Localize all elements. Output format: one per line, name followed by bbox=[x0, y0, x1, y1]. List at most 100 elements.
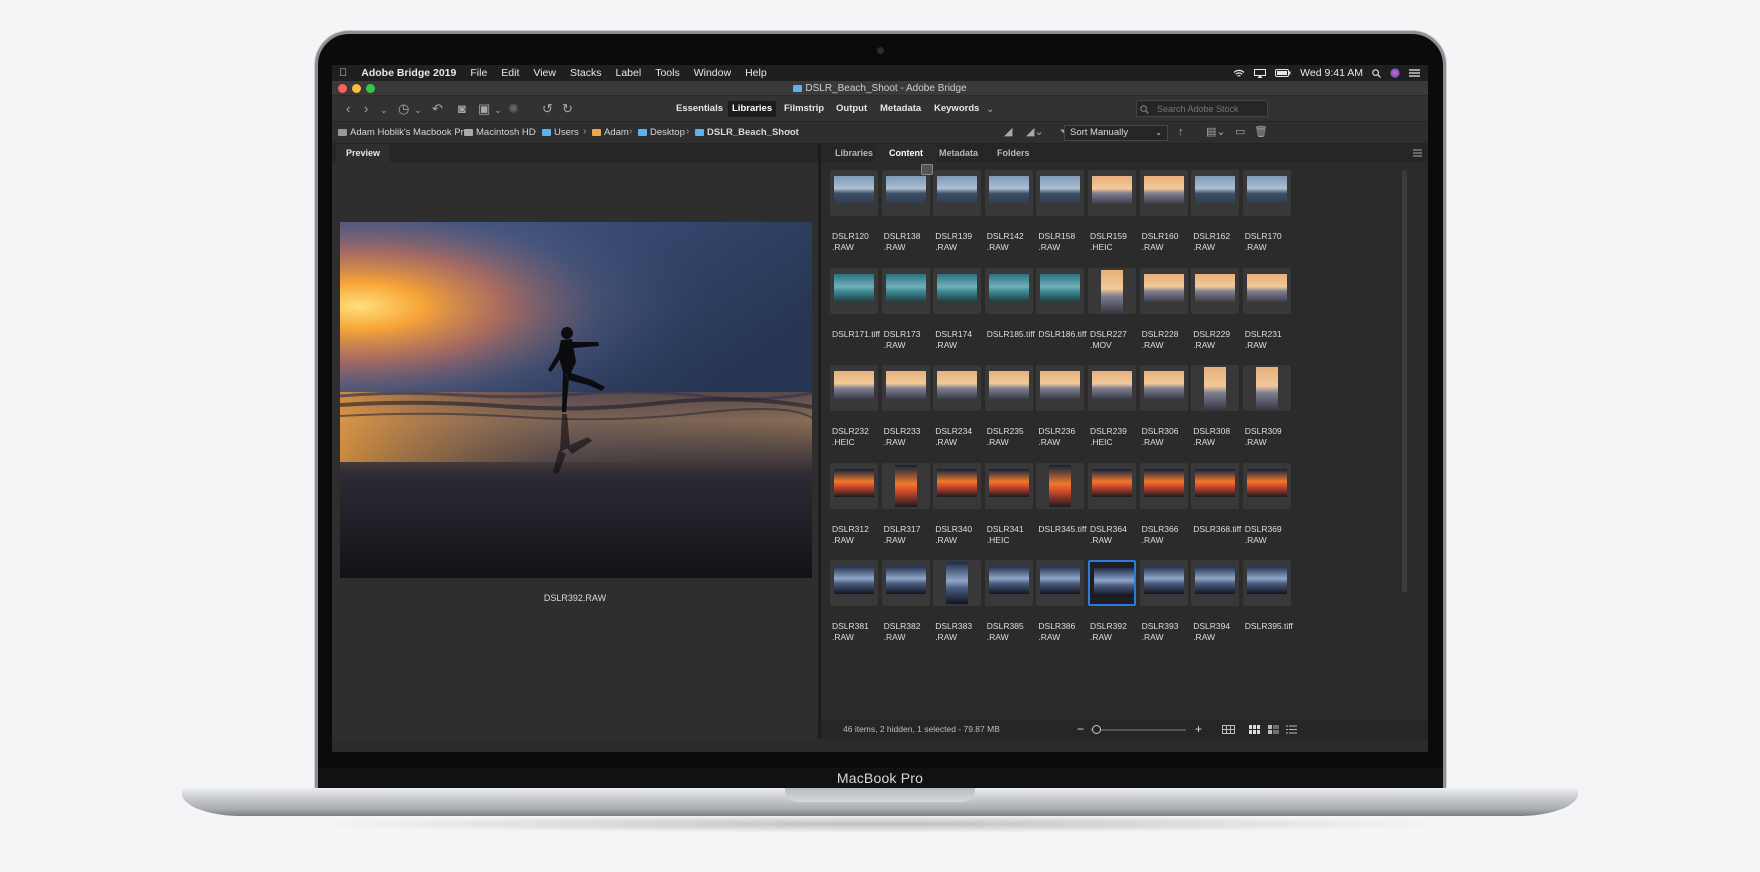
thumbnail-frame[interactable] bbox=[1242, 267, 1291, 314]
thumbnail-frame[interactable] bbox=[1139, 170, 1188, 216]
preview-image[interactable] bbox=[340, 222, 812, 578]
thumbnail-frame[interactable] bbox=[881, 462, 930, 509]
zoom-in-icon[interactable]: + bbox=[1195, 720, 1202, 739]
thumbnail-frame[interactable] bbox=[984, 365, 1033, 411]
workspace-essentials[interactable]: Essentials bbox=[672, 101, 727, 117]
thumbnail-frame[interactable] bbox=[1242, 170, 1291, 216]
thumbnail-frame[interactable] bbox=[933, 560, 982, 606]
workspace-metadata[interactable]: Metadata bbox=[876, 101, 925, 117]
thumbnail-view-icon[interactable] bbox=[1249, 725, 1260, 734]
panel-menu-icon[interactable] bbox=[1413, 149, 1422, 157]
thumbnail-frame[interactable] bbox=[1191, 462, 1240, 509]
thumbnail-frame[interactable] bbox=[881, 560, 930, 606]
breadcrumb-computer[interactable]: Adam Hoblik's Macbook Pro bbox=[338, 127, 469, 138]
thumbnail-frame[interactable] bbox=[933, 365, 982, 411]
thumbnail-frame[interactable] bbox=[1242, 560, 1291, 606]
menu-file[interactable]: File bbox=[463, 67, 494, 79]
thumbnail-frame[interactable] bbox=[1139, 365, 1188, 411]
menu-window[interactable]: Window bbox=[687, 67, 738, 79]
zoom-window-button[interactable] bbox=[366, 84, 375, 93]
menu-clock[interactable]: Wed 9:41 AM bbox=[1300, 67, 1363, 79]
chevron-down-icon[interactable]: ⌄ bbox=[494, 104, 502, 117]
thumbnail-frame[interactable] bbox=[984, 170, 1033, 216]
list-view-icon[interactable] bbox=[1286, 725, 1297, 734]
menu-label[interactable]: Label bbox=[608, 67, 648, 79]
thumbnail-frame[interactable] bbox=[1088, 170, 1136, 216]
rotate-right-icon[interactable]: ↻ bbox=[562, 102, 573, 115]
menu-tools[interactable]: Tools bbox=[648, 67, 687, 79]
thumbnail-frame[interactable] bbox=[1036, 267, 1085, 314]
breadcrumb-current-folder[interactable]: DSLR_Beach_Shoot bbox=[695, 127, 799, 138]
thumbnail-frame[interactable] bbox=[1191, 170, 1240, 216]
thumbnail-frame[interactable] bbox=[830, 267, 878, 314]
thumbnail-frame[interactable] bbox=[830, 365, 878, 411]
breadcrumb-users[interactable]: Users bbox=[542, 127, 579, 138]
tab-folders[interactable]: Folders bbox=[989, 144, 1038, 162]
thumbnail-frame[interactable] bbox=[1088, 560, 1136, 606]
thumbnail-frame[interactable] bbox=[1088, 365, 1136, 411]
thumbnail-frame[interactable] bbox=[830, 170, 878, 216]
thumbnail-frame[interactable] bbox=[984, 560, 1033, 606]
sort-ascending-icon[interactable]: ↑ bbox=[1178, 126, 1184, 139]
zoom-out-icon[interactable]: − bbox=[1077, 720, 1084, 739]
battery-icon[interactable] bbox=[1275, 69, 1291, 77]
menu-stacks[interactable]: Stacks bbox=[563, 67, 609, 79]
refine-icon[interactable]: ▣ bbox=[478, 102, 490, 115]
thumbnail-frame[interactable] bbox=[830, 560, 878, 606]
rotate-left-icon[interactable]: ↺ bbox=[542, 102, 553, 115]
thumbnail-frame[interactable] bbox=[1191, 560, 1240, 606]
thumbnail-frame[interactable] bbox=[881, 365, 930, 411]
thumbnail-frame[interactable] bbox=[984, 267, 1033, 314]
thumbnail-frame[interactable] bbox=[1036, 365, 1085, 411]
quality-options-icon[interactable]: ◢ bbox=[1004, 126, 1012, 139]
thumbnail-frame[interactable] bbox=[1139, 462, 1188, 509]
back-arrow-icon[interactable]: ‹ bbox=[346, 102, 350, 115]
tab-libraries[interactable]: Libraries bbox=[827, 144, 881, 162]
workspace-filmstrip[interactable]: Filmstrip bbox=[780, 101, 828, 117]
forward-arrow-icon[interactable]: › bbox=[364, 102, 368, 115]
tab-content[interactable]: Content bbox=[875, 144, 937, 162]
stack-badge-icon[interactable] bbox=[920, 164, 933, 175]
slider-knob[interactable] bbox=[1092, 725, 1101, 734]
tab-preview[interactable]: Preview bbox=[336, 144, 391, 162]
breadcrumb-desktop[interactable]: Desktop bbox=[638, 127, 685, 138]
spotlight-icon[interactable] bbox=[1372, 68, 1381, 78]
thumbnail-frame[interactable] bbox=[881, 164, 933, 216]
sort-dropdown[interactable]: Sort Manually ⌄ bbox=[1064, 125, 1168, 141]
chevron-down-icon[interactable]: ⌄ bbox=[380, 104, 388, 117]
new-folder-icon[interactable]: ▭ bbox=[1235, 126, 1245, 139]
menu-help[interactable]: Help bbox=[738, 67, 774, 79]
thumbnail-frame[interactable] bbox=[1242, 365, 1291, 411]
thumbnail-frame[interactable] bbox=[1139, 267, 1188, 314]
search-input[interactable] bbox=[1136, 100, 1268, 117]
breadcrumb-macintosh-hd[interactable]: Macintosh HD bbox=[464, 127, 536, 138]
open-recent-icon[interactable]: ▤⌄ bbox=[1206, 126, 1226, 139]
menu-view[interactable]: View bbox=[526, 67, 563, 79]
thumbnail-frame[interactable] bbox=[1088, 462, 1136, 509]
minimize-window-button[interactable] bbox=[352, 84, 361, 93]
notification-center-icon[interactable] bbox=[1409, 69, 1420, 77]
thumbnail-frame[interactable] bbox=[1036, 560, 1085, 606]
thumbnail-frame[interactable] bbox=[1139, 560, 1188, 606]
workspace-libraries[interactable]: Libraries bbox=[728, 101, 777, 117]
thumbnail-frame[interactable] bbox=[933, 170, 982, 216]
apple-menu-icon[interactable]:  bbox=[332, 67, 354, 79]
boomerang-icon[interactable]: ↶ bbox=[432, 102, 443, 115]
details-view-icon[interactable] bbox=[1268, 725, 1279, 734]
workspace-output[interactable]: Output bbox=[832, 101, 871, 117]
thumbnail-frame[interactable] bbox=[1191, 365, 1240, 411]
chevron-down-icon[interactable]: ⌄ bbox=[414, 104, 422, 117]
thumbnail-frame[interactable] bbox=[933, 462, 982, 509]
siri-icon[interactable] bbox=[1390, 68, 1400, 78]
close-window-button[interactable] bbox=[338, 84, 347, 93]
more-workspaces-chevron-icon[interactable]: ⌄ bbox=[986, 103, 994, 116]
thumbnail-frame[interactable] bbox=[1191, 267, 1240, 314]
tab-metadata[interactable]: Metadata bbox=[931, 144, 986, 162]
menu-edit[interactable]: Edit bbox=[494, 67, 526, 79]
thumbnail-frame[interactable] bbox=[933, 267, 982, 314]
breadcrumb-adam[interactable]: Adam bbox=[592, 127, 629, 138]
thumbnail-frame[interactable] bbox=[830, 462, 878, 509]
app-menu[interactable]: Adobe Bridge 2019 bbox=[354, 67, 463, 79]
thumbnail-frame[interactable] bbox=[984, 462, 1033, 509]
wifi-icon[interactable] bbox=[1233, 69, 1245, 78]
